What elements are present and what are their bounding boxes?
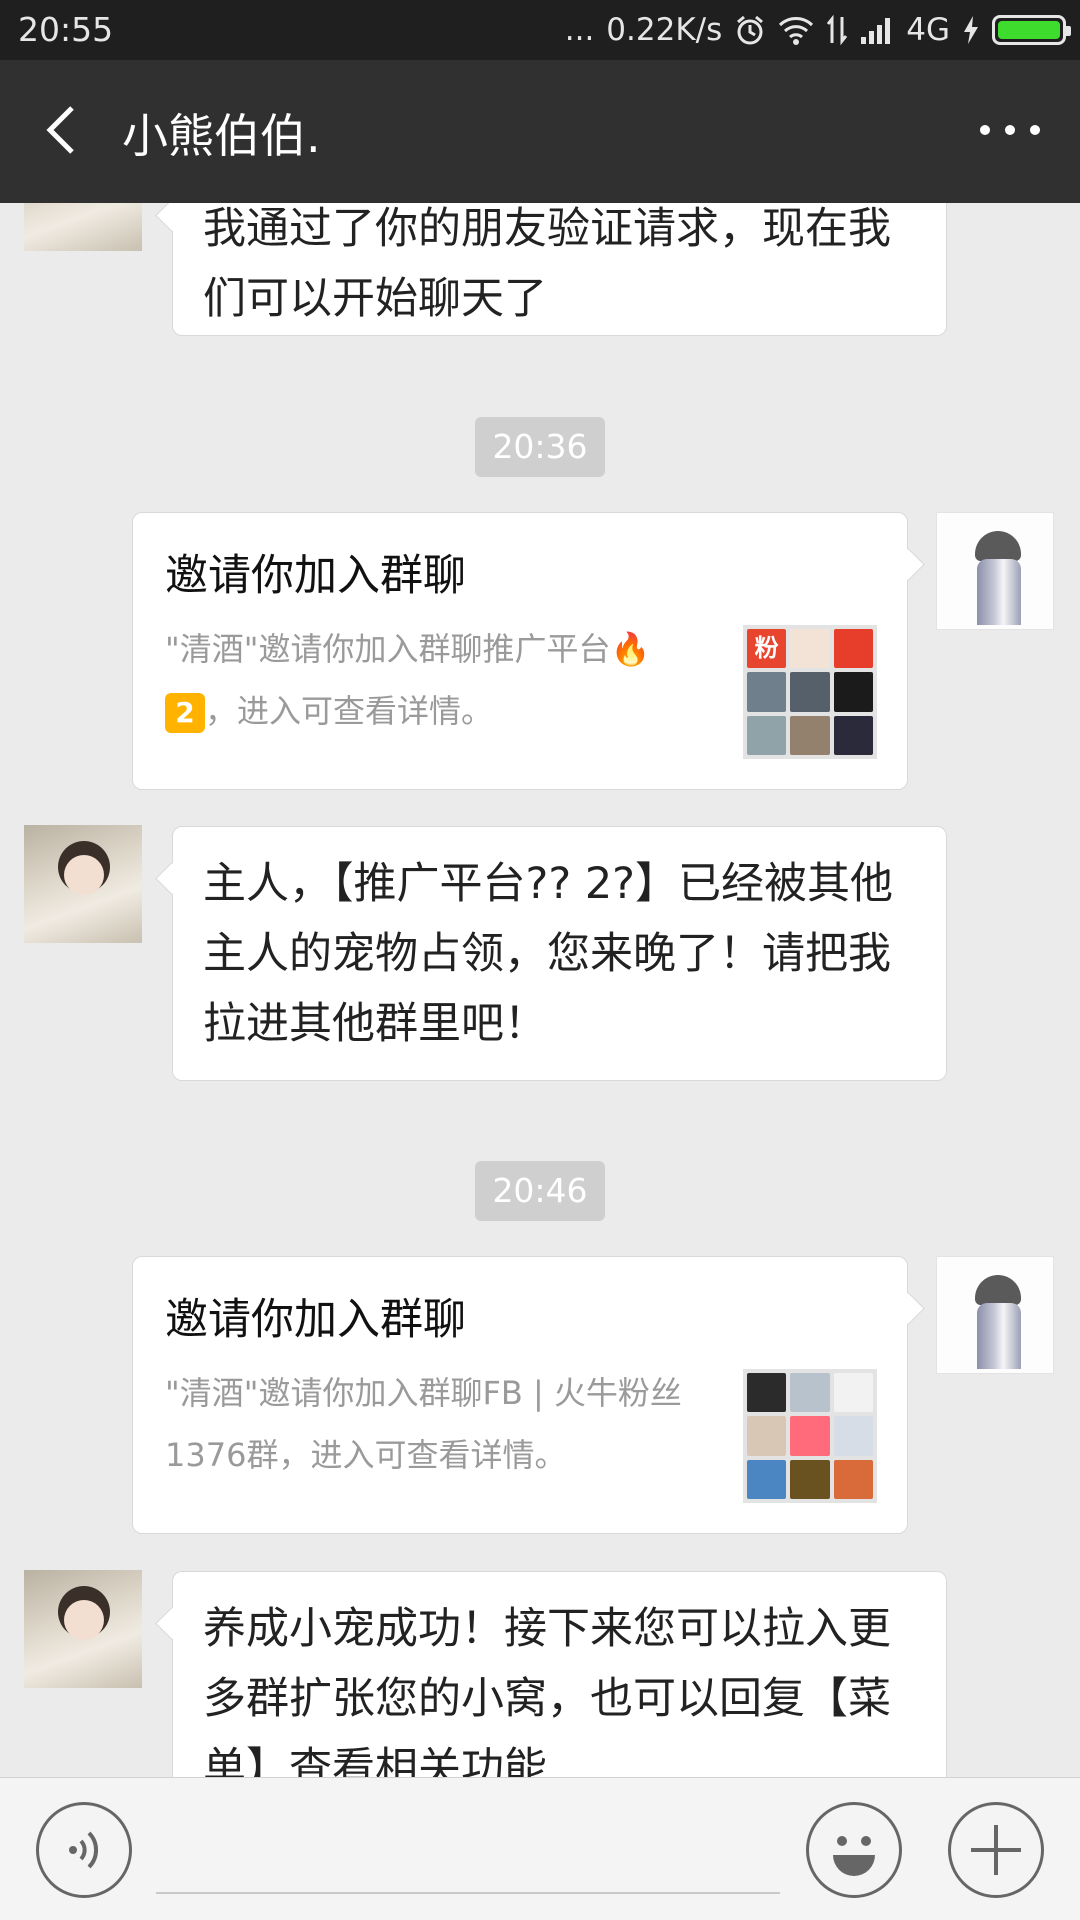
group-invite-card[interactable]: 邀请你加入群聊 "清酒"邀请你加入群聊推广平台🔥 2 ，进入可查看详情。 粉 [132, 512, 908, 790]
timestamp: 20:46 [475, 1161, 605, 1221]
more-options-button[interactable] [980, 110, 1040, 150]
group-member-avatar: 粉 [747, 629, 787, 669]
group-member-avatar [747, 1416, 787, 1456]
signal-icon [860, 15, 894, 45]
invite-desc-suffix: ，进入可查看详情。 [205, 692, 494, 730]
group-member-avatar [790, 672, 830, 712]
network-speed: 0.22K/s [606, 12, 723, 48]
group-member-avatar [833, 1416, 873, 1456]
more-dot-icon [1030, 125, 1040, 135]
status-icons: ... 0.22K/s 4G [564, 8, 1071, 52]
input-bar [0, 1777, 1080, 1920]
voice-input-button[interactable] [36, 1802, 132, 1898]
smiley-icon [833, 1836, 875, 1876]
data-transfer-icon [826, 15, 848, 45]
group-member-avatar [790, 629, 830, 669]
status-dots: ... [564, 12, 595, 48]
group-member-avatar [790, 1416, 830, 1456]
invite-title: 邀请你加入群聊 [165, 1295, 466, 1345]
network-type: 4G [906, 12, 950, 48]
message-bubble[interactable]: 养成小宠成功！接下来您可以拉入更多群扩张您的小窝，也可以回复【菜单】查看相关功能 [172, 1571, 947, 1777]
chat-messages[interactable]: 我通过了你的朋友验证请求，现在我们可以开始聊天了 20:36 邀请你加入群聊 "… [0, 203, 1080, 1777]
number-badge: 2 [165, 693, 205, 733]
emoji-button[interactable] [806, 1802, 902, 1898]
message-bubble[interactable]: 我通过了你的朋友验证请求，现在我们可以开始聊天了 [172, 203, 947, 336]
wifi-icon [778, 15, 814, 45]
battery-icon [992, 15, 1071, 45]
fire-icon: 🔥 [610, 630, 651, 668]
chat-title: 小熊伯伯. [122, 109, 321, 163]
group-thumbnail: 粉 [743, 625, 877, 759]
group-member-avatar [833, 715, 873, 755]
message-input[interactable] [156, 1808, 780, 1894]
group-member-avatar [833, 672, 873, 712]
voice-icon [69, 1831, 99, 1869]
message-bubble[interactable]: 主人，【推广平台?? 2?】已经被其他主人的宠物占领，您来晚了！请把我拉进其他群… [172, 826, 947, 1081]
group-member-avatar [747, 1373, 787, 1413]
group-member-avatar [833, 1373, 873, 1413]
status-bar: 20:55 ... 0.22K/s 4G [0, 0, 1080, 60]
invite-description: "清酒"邀请你加入群聊FB | 火牛粉丝1376群，进入可查看详情。 [165, 1374, 682, 1474]
invite-title: 邀请你加入群聊 [165, 551, 466, 601]
my-avatar[interactable] [936, 1256, 1054, 1374]
group-member-avatar [747, 1459, 787, 1499]
group-invite-card[interactable]: 邀请你加入群聊 "清酒"邀请你加入群聊FB | 火牛粉丝1376群，进入可查看详… [132, 1256, 908, 1534]
group-member-avatar [833, 1459, 873, 1499]
status-time: 20:55 [18, 10, 114, 49]
my-avatar[interactable] [936, 512, 1054, 630]
message-text: 养成小宠成功！接下来您可以拉入更多群扩张您的小窝，也可以回复【菜单】查看相关功能 [203, 1604, 891, 1777]
contact-avatar[interactable] [24, 1570, 142, 1688]
group-thumbnail [743, 1369, 877, 1503]
more-dot-icon [1005, 125, 1015, 135]
more-functions-button[interactable] [948, 1802, 1044, 1898]
group-member-avatar [747, 715, 787, 755]
group-member-avatar [790, 715, 830, 755]
group-member-avatar [790, 1459, 830, 1499]
message-text: 主人，【推广平台?? 2?】已经被其他主人的宠物占领，您来晚了！请把我拉进其他群… [203, 859, 893, 1049]
invite-description: "清酒"邀请你加入群聊推广平台🔥 2 ，进入可查看详情。 [165, 618, 705, 742]
group-member-avatar [747, 672, 787, 712]
invite-desc-text: "清酒"邀请你加入群聊推广平台 [165, 630, 611, 668]
chat-header: 小熊伯伯. [0, 60, 1080, 203]
group-member-avatar [833, 629, 873, 669]
chevron-left-icon [46, 106, 74, 154]
group-member-avatar [790, 1373, 830, 1413]
more-dot-icon [980, 125, 990, 135]
contact-avatar[interactable] [24, 825, 142, 943]
alarm-icon [734, 14, 766, 46]
back-button[interactable] [38, 100, 88, 160]
contact-avatar[interactable] [24, 203, 142, 251]
plus-icon [971, 1825, 1021, 1875]
charging-icon [962, 15, 980, 45]
message-text: 我通过了你的朋友验证请求，现在我们可以开始聊天了 [203, 204, 891, 324]
timestamp: 20:36 [475, 417, 605, 477]
